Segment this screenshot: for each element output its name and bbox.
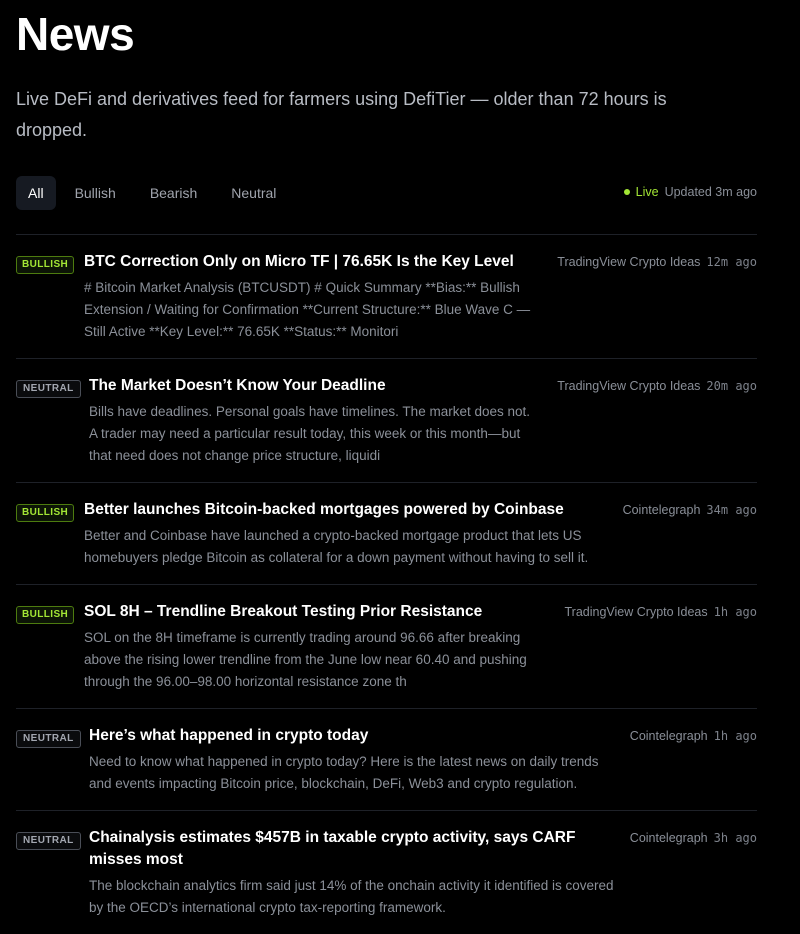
filter-tab-all[interactable]: All: [16, 176, 56, 210]
news-source: Cointelegraph: [629, 831, 708, 845]
news-title[interactable]: Here’s what happened in crypto today: [89, 725, 549, 747]
news-source: TradingView Crypto Ideas: [557, 255, 701, 269]
live-label: Live: [635, 185, 659, 199]
badge-cell: NEUTRAL: [16, 375, 84, 467]
filter-tab-bearish[interactable]: Bearish: [135, 176, 212, 210]
news-source: Cointelegraph: [629, 729, 708, 743]
news-description: Bills have deadlines. Personal goals hav…: [89, 404, 530, 463]
sentiment-badge: BULLISH: [16, 256, 75, 274]
news-source: TradingView Crypto Ideas: [557, 379, 701, 393]
news-item[interactable]: NEUTRAL Here’s what happened in crypto t…: [16, 708, 757, 810]
news-title[interactable]: Better launches Bitcoin-backed mortgages…: [84, 499, 604, 521]
page-title: News: [16, 8, 135, 60]
badge-cell: NEUTRAL: [16, 725, 84, 795]
news-title[interactable]: Chainalysis estimates $457B in taxable c…: [89, 827, 599, 871]
updated-timestamp: Updated 3m ago: [664, 185, 757, 199]
news-time: 34m ago: [706, 503, 757, 517]
sentiment-badge: BULLISH: [16, 504, 75, 522]
sentiment-badge: BULLISH: [16, 606, 75, 624]
filter-tab-neutral[interactable]: Neutral: [216, 176, 291, 210]
badge-cell: BULLISH: [16, 601, 84, 693]
news-item[interactable]: NEUTRAL The Market Doesn’t Know Your Dea…: [16, 358, 757, 482]
badge-cell: BULLISH: [16, 251, 84, 343]
news-description: The blockchain analytics firm said just …: [89, 878, 614, 915]
news-description: Need to know what happened in crypto tod…: [89, 754, 599, 791]
badge-cell: BULLISH: [16, 499, 84, 569]
live-status: Live Updated 3m ago: [623, 185, 757, 199]
news-page: News Live DeFi and derivatives feed for …: [0, 0, 800, 934]
news-title[interactable]: The Market Doesn’t Know Your Deadline: [89, 375, 549, 397]
news-item[interactable]: BULLISH BTC Correction Only on Micro TF …: [16, 234, 757, 358]
news-time: 1h ago: [713, 605, 757, 619]
sentiment-badge: NEUTRAL: [16, 380, 81, 398]
sentiment-badge: NEUTRAL: [16, 730, 81, 748]
filter-bar: All Bullish Bearish Neutral Live Updated…: [16, 176, 757, 210]
news-meta: Cointelegraph 1h ago: [630, 729, 757, 743]
news-feed: BULLISH BTC Correction Only on Micro TF …: [16, 234, 757, 934]
sentiment-badge: NEUTRAL: [16, 832, 81, 850]
news-time: 3h ago: [713, 831, 757, 845]
news-source: TradingView Crypto Ideas: [564, 605, 708, 619]
news-title[interactable]: SOL 8H – Trendline Breakout Testing Prio…: [84, 601, 544, 623]
news-description: Better and Coinbase have launched a cryp…: [84, 528, 589, 565]
news-description: SOL on the 8H timeframe is currently tra…: [84, 630, 527, 689]
news-title[interactable]: BTC Correction Only on Micro TF | 76.65K…: [84, 251, 544, 273]
news-meta: TradingView Crypto Ideas 20m ago: [557, 379, 757, 393]
news-item[interactable]: NEUTRAL Chainalysis estimates $457B in t…: [16, 810, 757, 934]
news-meta: TradingView Crypto Ideas 1h ago: [565, 605, 758, 619]
news-time: 12m ago: [706, 255, 757, 269]
live-dot-icon: [623, 189, 630, 195]
badge-cell: NEUTRAL: [16, 827, 84, 919]
news-source: Cointelegraph: [622, 503, 701, 517]
news-time: 1h ago: [713, 729, 757, 743]
news-time: 20m ago: [706, 379, 757, 393]
news-item[interactable]: BULLISH SOL 8H – Trendline Breakout Test…: [16, 584, 757, 708]
news-meta: TradingView Crypto Ideas 12m ago: [557, 255, 757, 269]
filter-tab-bullish[interactable]: Bullish: [60, 176, 131, 210]
news-item[interactable]: BULLISH Better launches Bitcoin-backed m…: [16, 482, 757, 584]
page-subtitle: Live DeFi and derivatives feed for farme…: [16, 89, 667, 140]
news-meta: Cointelegraph 3h ago: [630, 831, 757, 845]
news-description: # Bitcoin Market Analysis (BTCUSDT) # Qu…: [84, 280, 531, 339]
news-meta: Cointelegraph 34m ago: [623, 503, 757, 517]
